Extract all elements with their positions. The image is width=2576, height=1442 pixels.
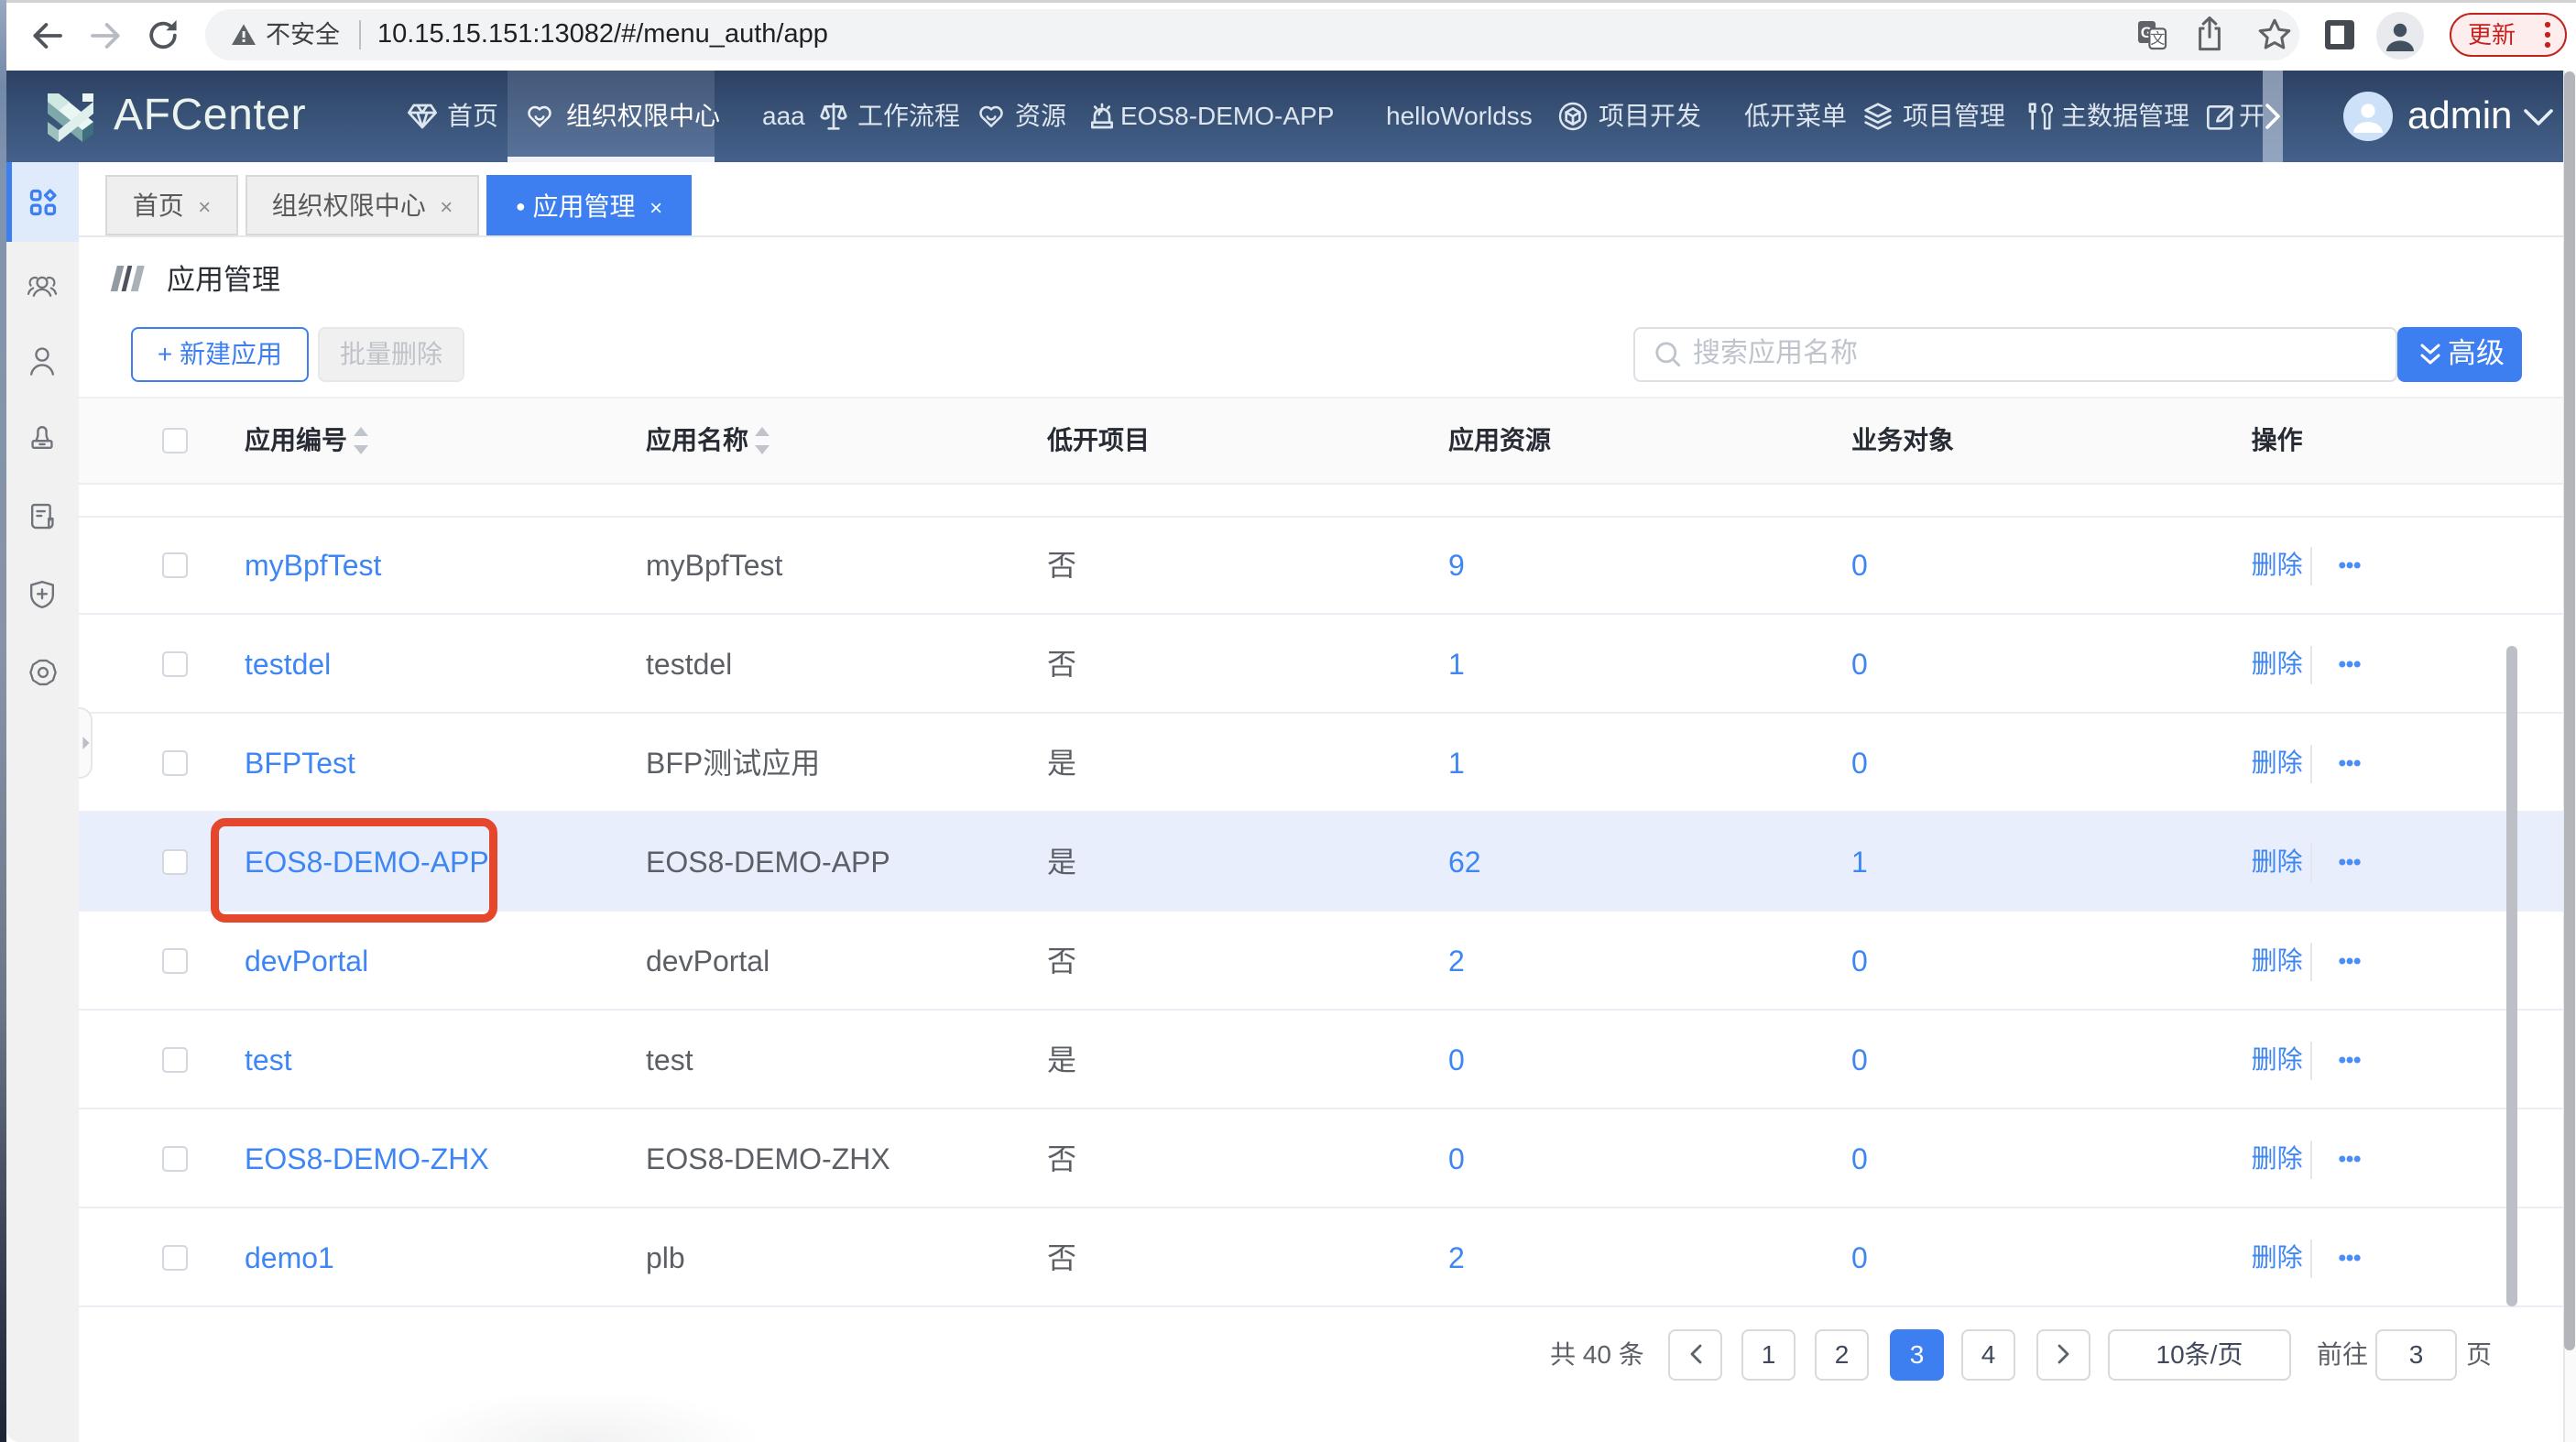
svg-text:文: 文 — [2150, 31, 2165, 48]
